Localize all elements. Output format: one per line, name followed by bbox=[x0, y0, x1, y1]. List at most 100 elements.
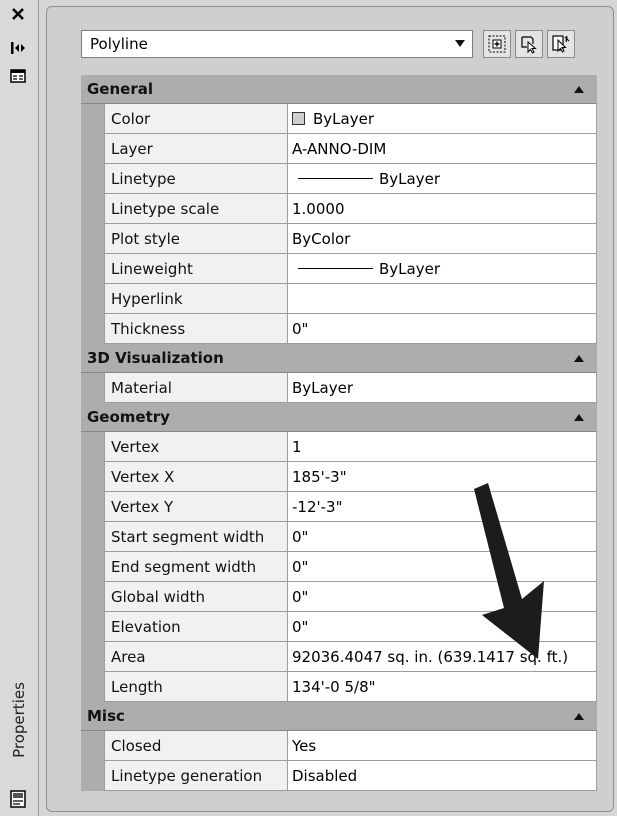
property-value-text: 185'-3" bbox=[292, 467, 347, 486]
property-row[interactable]: Layer A-ANNO-DIM bbox=[81, 134, 597, 164]
property-value[interactable]: ByLayer bbox=[288, 104, 597, 134]
property-value-text: A-ANNO-DIM bbox=[292, 139, 387, 158]
close-icon[interactable] bbox=[7, 4, 29, 24]
row-gutter bbox=[81, 284, 104, 314]
property-value[interactable]: A-ANNO-DIM bbox=[288, 134, 597, 164]
property-value[interactable]: ByLayer bbox=[288, 164, 597, 194]
category-label: Misc bbox=[87, 707, 125, 725]
row-gutter bbox=[81, 314, 104, 344]
property-name: Linetype bbox=[104, 164, 288, 194]
row-gutter bbox=[81, 373, 104, 403]
property-row[interactable]: Color ByLayer bbox=[81, 104, 597, 134]
property-row[interactable]: Hyperlink bbox=[81, 284, 597, 314]
property-name: Area bbox=[104, 642, 288, 672]
property-name: Layer bbox=[104, 134, 288, 164]
property-value-text: ByLayer bbox=[292, 378, 353, 397]
row-gutter bbox=[81, 254, 104, 284]
property-value[interactable]: 1 bbox=[288, 432, 597, 462]
property-value[interactable]: ByLayer bbox=[288, 373, 597, 403]
property-name: Closed bbox=[104, 731, 288, 761]
property-name: Elevation bbox=[104, 612, 288, 642]
property-value-text: 1 bbox=[292, 437, 302, 456]
palette-properties-icon[interactable] bbox=[7, 789, 29, 809]
property-value[interactable]: 1.0000 bbox=[288, 194, 597, 224]
property-value-text: ByLayer bbox=[379, 259, 440, 278]
property-value-text: Disabled bbox=[292, 766, 358, 785]
category-header[interactable]: General bbox=[81, 75, 597, 104]
property-row[interactable]: Linetype ByLayer bbox=[81, 164, 597, 194]
chevron-down-icon bbox=[455, 40, 465, 47]
row-gutter bbox=[81, 164, 104, 194]
row-gutter bbox=[81, 104, 104, 134]
callout-arrow bbox=[474, 483, 544, 659]
category-header[interactable]: Geometry bbox=[81, 403, 597, 432]
property-value-text: Yes bbox=[292, 736, 317, 755]
category-section: General Color ByLayer Layer A-ANNO-DIM Linety… bbox=[81, 75, 597, 344]
row-gutter bbox=[81, 761, 104, 791]
category-label: 3D Visualization bbox=[87, 349, 224, 367]
property-name: Material bbox=[104, 373, 288, 403]
collapse-icon[interactable] bbox=[574, 414, 584, 421]
object-type-value: Polyline bbox=[90, 35, 148, 53]
property-name: Global width bbox=[104, 582, 288, 612]
selection-toolbar: Polyline bbox=[81, 30, 575, 58]
property-row[interactable]: Vertex 1 bbox=[81, 432, 597, 462]
property-value[interactable]: 0" bbox=[288, 314, 597, 344]
category-label: General bbox=[87, 80, 153, 98]
row-gutter bbox=[81, 672, 104, 702]
property-name: Vertex bbox=[104, 432, 288, 462]
properties-palette: Properties Polyline General Color ByLaye… bbox=[0, 0, 617, 816]
object-type-dropdown[interactable]: Polyline bbox=[81, 30, 473, 58]
property-row[interactable]: Linetype scale 1.0000 bbox=[81, 194, 597, 224]
property-value[interactable]: Yes bbox=[288, 731, 597, 761]
properties-panel: Polyline General Color ByLayer Layer A-A… bbox=[46, 6, 614, 812]
category-label: Geometry bbox=[87, 408, 170, 426]
property-name: End segment width bbox=[104, 552, 288, 582]
row-gutter bbox=[81, 522, 104, 552]
property-name: Plot style bbox=[104, 224, 288, 254]
property-row[interactable]: Lineweight ByLayer bbox=[81, 254, 597, 284]
row-gutter bbox=[81, 582, 104, 612]
property-row[interactable]: Material ByLayer bbox=[81, 373, 597, 403]
property-name: Vertex Y bbox=[104, 492, 288, 522]
property-name: Color bbox=[104, 104, 288, 134]
row-gutter bbox=[81, 552, 104, 582]
row-gutter bbox=[81, 492, 104, 522]
property-value[interactable]: Disabled bbox=[288, 761, 597, 791]
property-value[interactable]: ByLayer bbox=[288, 254, 597, 284]
property-row[interactable]: Thickness 0" bbox=[81, 314, 597, 344]
property-name: Thickness bbox=[104, 314, 288, 344]
property-value-text: 1.0000 bbox=[292, 199, 345, 218]
property-value-text: -12'-3" bbox=[292, 497, 343, 516]
select-objects-button[interactable] bbox=[515, 30, 543, 58]
category-section: 3D Visualization Material ByLayer bbox=[81, 344, 597, 403]
quick-select-button[interactable] bbox=[547, 30, 575, 58]
property-value-text: ByLayer bbox=[313, 109, 374, 128]
property-row[interactable]: Linetype generation Disabled bbox=[81, 761, 597, 791]
category-header[interactable]: Misc bbox=[81, 702, 597, 731]
category-section: Misc Closed Yes Linetype generation Disabled bbox=[81, 702, 597, 791]
property-row[interactable]: Plot style ByColor bbox=[81, 224, 597, 254]
row-gutter bbox=[81, 134, 104, 164]
property-row[interactable]: Length 134'-0 5/8" bbox=[81, 672, 597, 702]
collapse-icon[interactable] bbox=[574, 713, 584, 720]
property-value-text: 0" bbox=[292, 557, 309, 576]
properties-menu-icon[interactable] bbox=[7, 66, 29, 86]
property-value[interactable] bbox=[288, 284, 597, 314]
property-value[interactable]: 134'-0 5/8" bbox=[288, 672, 597, 702]
property-row[interactable]: Closed Yes bbox=[81, 731, 597, 761]
property-value-text: 0" bbox=[292, 587, 309, 606]
property-name: Length bbox=[104, 672, 288, 702]
property-value-text: 0" bbox=[292, 617, 309, 636]
auto-hide-icon[interactable] bbox=[7, 38, 29, 58]
quick-select-icon bbox=[552, 35, 570, 53]
property-name: Vertex X bbox=[104, 462, 288, 492]
collapse-icon[interactable] bbox=[574, 86, 584, 93]
property-value[interactable]: ByColor bbox=[288, 224, 597, 254]
toggle-pickadd-button[interactable] bbox=[483, 30, 511, 58]
property-value-text: 0" bbox=[292, 527, 309, 546]
collapse-icon[interactable] bbox=[574, 355, 584, 362]
category-header[interactable]: 3D Visualization bbox=[81, 344, 597, 373]
row-gutter bbox=[81, 731, 104, 761]
property-name: Hyperlink bbox=[104, 284, 288, 314]
